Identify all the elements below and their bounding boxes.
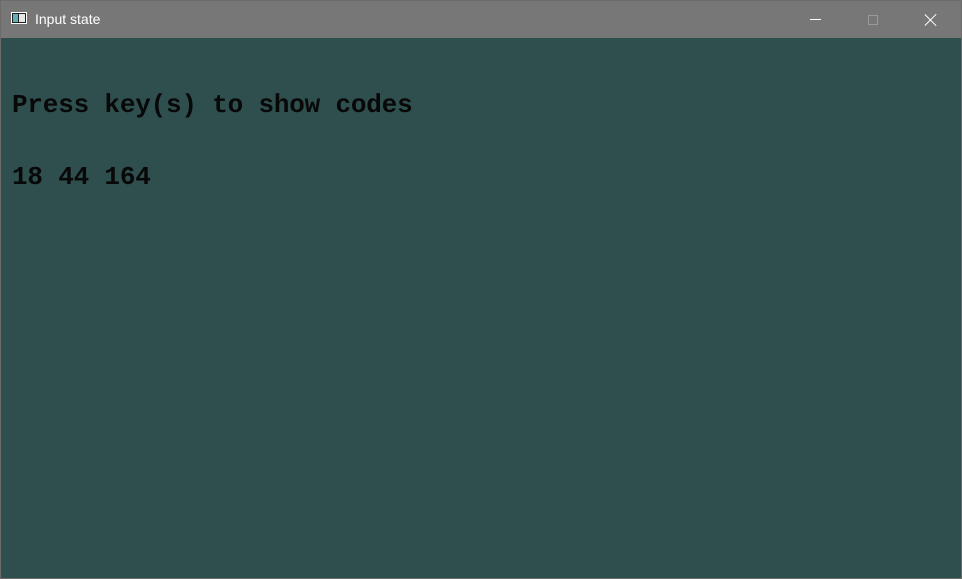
console-key-codes-line: 18 44 164: [12, 162, 151, 192]
app-window: Input state Press key(s) to show codes 1…: [0, 0, 962, 579]
console-output: Press key(s) to show codes 18 44 164: [12, 45, 413, 237]
maximize-icon: [868, 14, 878, 25]
window-title: Input state: [35, 11, 101, 27]
maximize-button[interactable]: [844, 1, 902, 38]
close-icon: [924, 13, 938, 27]
close-button[interactable]: [902, 1, 960, 38]
minimize-icon: [809, 19, 821, 20]
console-window-icon[interactable]: [11, 12, 27, 24]
minimize-button[interactable]: [786, 1, 844, 38]
title-bar[interactable]: Input state: [1, 1, 961, 38]
console-prompt-line: Press key(s) to show codes: [12, 90, 413, 120]
